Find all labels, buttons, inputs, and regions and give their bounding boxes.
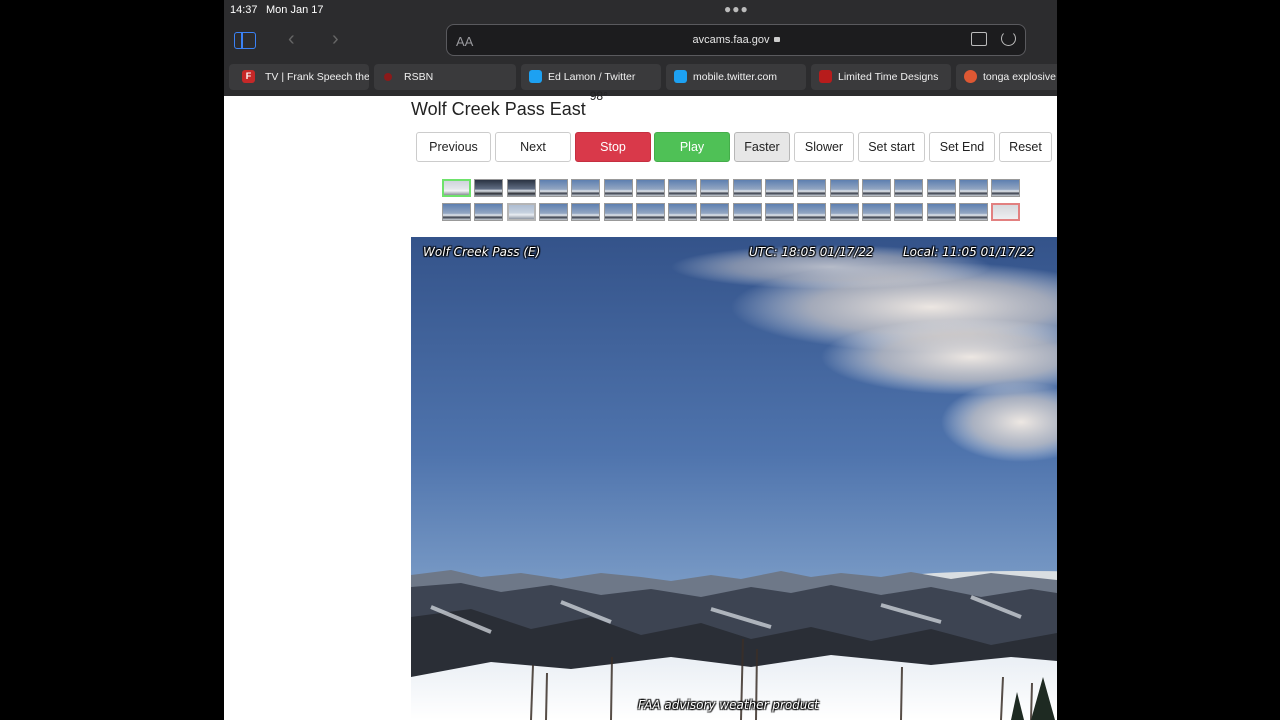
frame-thumbnail[interactable] xyxy=(668,203,698,221)
web-page: Wolf Creek Pass East98° Previous Next St… xyxy=(224,89,1057,720)
bookmark-label: tonga explosive xyxy=(983,71,1056,83)
bookmark-label: RSBN xyxy=(404,71,434,83)
favorites-bar: F TV | Frank Speech the RSBN Ed Lamon / T… xyxy=(224,64,1057,90)
reload-icon[interactable] xyxy=(1001,31,1016,46)
frame-thumbnail[interactable] xyxy=(603,179,633,197)
rsbn-icon xyxy=(384,73,392,81)
set-start-button[interactable]: Set start xyxy=(858,132,925,162)
frame-thumbnail[interactable] xyxy=(668,179,698,197)
bookmark-item[interactable]: F TV | Frank Speech the xyxy=(229,64,369,90)
frame-thumbnail[interactable] xyxy=(732,179,762,197)
frame-thumbnail[interactable] xyxy=(474,179,504,197)
frame-thumbnail[interactable] xyxy=(797,203,827,221)
previous-button[interactable]: Previous xyxy=(416,132,491,162)
frame-thumbnail[interactable] xyxy=(538,203,568,221)
page-title: Wolf Creek Pass East98° xyxy=(411,89,608,120)
frame-thumbnail[interactable] xyxy=(506,179,536,197)
twitter-icon xyxy=(674,70,687,83)
frame-thumbnail[interactable] xyxy=(797,179,827,197)
utc-timestamp-overlay: UTC: 18:05 01/17/22 xyxy=(749,245,874,259)
bookmark-item[interactable]: tonga explosive xyxy=(956,64,1057,90)
frame-thumbnail[interactable] xyxy=(571,203,601,221)
next-button[interactable]: Next xyxy=(495,132,571,162)
frame-thumbnail[interactable] xyxy=(991,203,1021,221)
frame-thumbnail[interactable] xyxy=(442,203,471,221)
frame-thumbnail[interactable] xyxy=(571,179,601,197)
bookmark-item[interactable]: Ed Lamon / Twitter xyxy=(521,64,661,90)
twitter-icon xyxy=(529,70,542,83)
frame-thumbnail[interactable] xyxy=(861,203,891,221)
url-display[interactable]: avcams.faa.gov xyxy=(447,34,1025,46)
stop-button[interactable]: Stop xyxy=(575,132,651,162)
ipad-screen: 14:37 Mon Jan 17 ●●● ‹ › AA avcams.faa.g… xyxy=(224,0,1057,720)
play-button[interactable]: Play xyxy=(654,132,730,162)
frame-thumbnail[interactable] xyxy=(538,179,568,197)
frame-thumbnail[interactable] xyxy=(829,179,859,197)
sidebar-toggle-icon[interactable] xyxy=(234,32,256,49)
frame-thumbnail[interactable] xyxy=(442,179,471,197)
back-arrow-icon[interactable]: ‹ xyxy=(288,28,295,51)
bookmark-label: mobile.twitter.com xyxy=(693,71,778,83)
local-timestamp-overlay: Local: 11:05 01/17/22 xyxy=(903,245,1035,259)
forward-arrow-icon[interactable]: › xyxy=(332,28,339,51)
set-end-button[interactable]: Set End xyxy=(929,132,995,162)
address-bar[interactable]: AA avcams.faa.gov xyxy=(446,24,1026,56)
limited-designs-icon xyxy=(819,70,832,83)
frank-speech-icon: F xyxy=(242,70,255,83)
bookmark-label: Ed Lamon / Twitter xyxy=(548,71,636,83)
bookmark-label: Limited Time Designs xyxy=(838,71,939,83)
webcam-scene xyxy=(411,237,1057,720)
frame-thumbnail[interactable] xyxy=(861,179,891,197)
frame-thumbnail[interactable] xyxy=(732,203,762,221)
bookmark-item[interactable]: mobile.twitter.com xyxy=(666,64,806,90)
reader-mode-icon[interactable] xyxy=(971,32,987,46)
frame-thumbnail[interactable] xyxy=(635,179,665,197)
frame-thumbnail[interactable] xyxy=(926,203,956,221)
frame-thumbnail[interactable] xyxy=(958,203,988,221)
slower-button[interactable]: Slower xyxy=(794,132,854,162)
frame-thumbnail[interactable] xyxy=(958,179,988,197)
frame-thumbnail[interactable] xyxy=(765,179,794,197)
bookmark-label: TV | Frank Speech the xyxy=(265,71,369,83)
frame-thumbnail[interactable] xyxy=(700,203,730,221)
frame-thumbnail[interactable] xyxy=(926,179,956,197)
lock-icon xyxy=(773,37,780,42)
camera-title: Wolf Creek Pass East xyxy=(411,99,586,119)
frame-thumbnail[interactable] xyxy=(991,179,1021,197)
frame-thumbnail[interactable] xyxy=(894,203,924,221)
heading-degrees: 98° xyxy=(589,89,608,103)
frame-thumbnail[interactable] xyxy=(474,203,504,221)
status-date: Mon Jan 17 xyxy=(266,4,324,16)
reset-button[interactable]: Reset xyxy=(999,132,1052,162)
frame-thumbnail[interactable] xyxy=(635,203,665,221)
frame-thumbnail[interactable] xyxy=(506,203,536,221)
frame-thumbnail[interactable] xyxy=(765,203,794,221)
frame-thumbnail[interactable] xyxy=(603,203,633,221)
camera-name-overlay: Wolf Creek Pass (E) xyxy=(423,245,541,259)
status-time: 14:37 xyxy=(230,4,258,16)
advisory-footer-overlay: FAA advisory weather product xyxy=(638,698,819,712)
url-text: avcams.faa.gov xyxy=(692,34,770,46)
frame-thumbnail[interactable] xyxy=(700,179,730,197)
multitasking-dots-icon[interactable]: ●●● xyxy=(724,2,749,16)
browser-chrome: 14:37 Mon Jan 17 ●●● ‹ › AA avcams.faa.g… xyxy=(224,0,1057,96)
webcam-image: Wolf Creek Pass (E) UTC: 18:05 01/17/22 … xyxy=(411,237,1057,720)
frame-thumbnail[interactable] xyxy=(829,203,859,221)
frame-thumbnail[interactable] xyxy=(894,179,924,197)
bookmark-item[interactable]: RSBN xyxy=(374,64,516,90)
faster-button[interactable]: Faster xyxy=(734,132,790,162)
bookmark-item[interactable]: Limited Time Designs xyxy=(811,64,951,90)
duckduckgo-icon xyxy=(964,70,977,83)
